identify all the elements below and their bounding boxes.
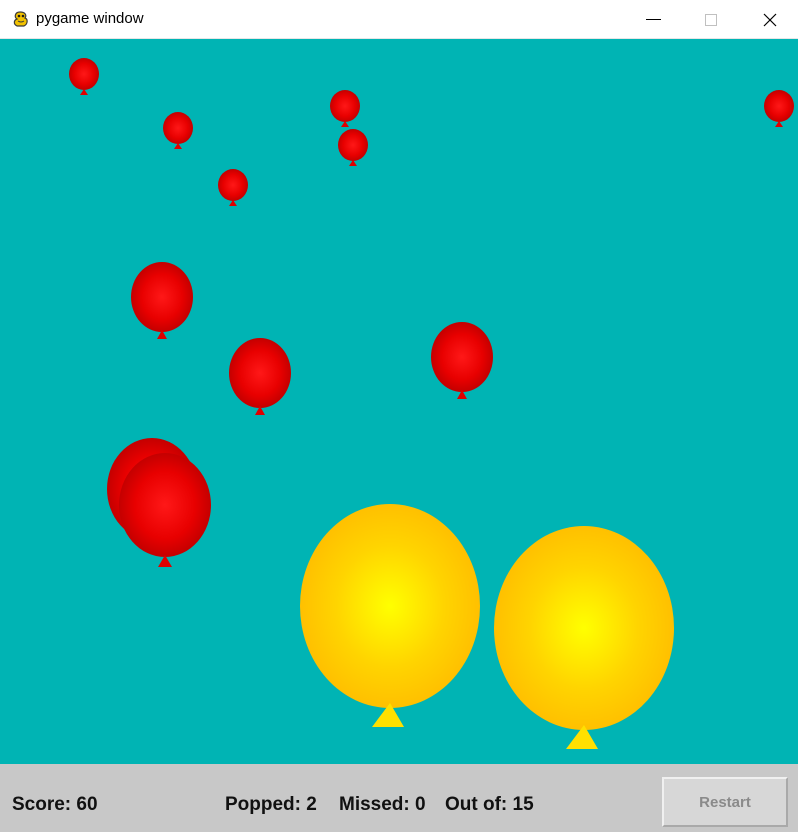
- score-label: Score: 60: [12, 794, 98, 815]
- red-balloon[interactable]: [218, 169, 248, 206]
- red-balloon[interactable]: [229, 338, 291, 415]
- minimize-button[interactable]: [626, 0, 684, 39]
- pygame-snake-icon: [13, 11, 28, 27]
- maximize-icon: [705, 14, 717, 26]
- close-icon: [763, 13, 777, 27]
- yellow-balloon[interactable]: [494, 526, 674, 749]
- red-balloon[interactable]: [131, 262, 193, 339]
- red-balloon[interactable]: [330, 90, 360, 127]
- minimize-icon: [646, 19, 661, 20]
- red-balloon[interactable]: [119, 453, 211, 567]
- window-title: pygame window: [36, 10, 144, 27]
- yellow-balloon[interactable]: [300, 504, 480, 727]
- red-balloon[interactable]: [338, 129, 368, 166]
- red-balloon[interactable]: [69, 58, 99, 95]
- red-balloon[interactable]: [764, 90, 794, 127]
- status-bar: Score: 60 Popped: 2 Missed: 0 Out of: 15…: [0, 764, 798, 832]
- red-balloon[interactable]: [163, 112, 193, 149]
- maximize-button[interactable]: [682, 0, 740, 39]
- close-button[interactable]: [740, 0, 798, 39]
- out-of-label: Out of: 15: [445, 794, 534, 815]
- popped-label: Popped: 2: [225, 794, 317, 815]
- red-balloon[interactable]: [431, 322, 493, 399]
- balloon-field[interactable]: [0, 39, 798, 764]
- restart-button[interactable]: Restart: [662, 777, 788, 827]
- pygame-window: pygame window Score: 60 Popped: 2 Missed…: [0, 0, 798, 832]
- game-canvas[interactable]: [0, 39, 798, 764]
- title-bar[interactable]: pygame window: [0, 0, 798, 39]
- missed-label: Missed: 0: [339, 794, 426, 815]
